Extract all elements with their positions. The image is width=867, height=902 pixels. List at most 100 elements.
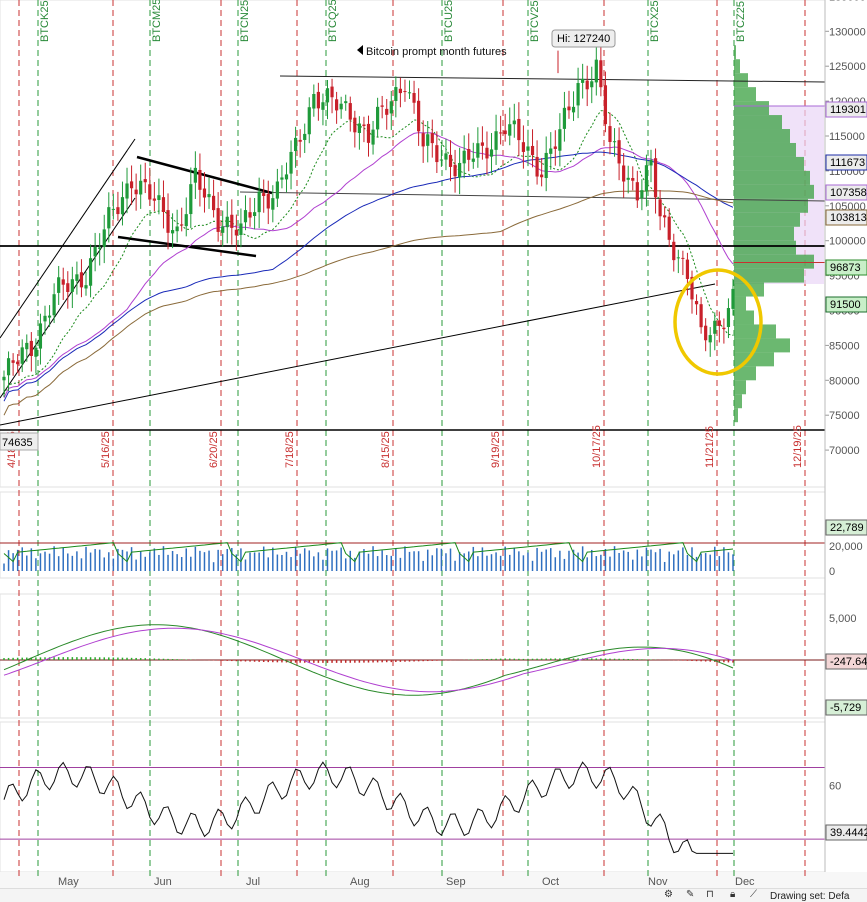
pencil-icon[interactable]: ✎ xyxy=(686,889,694,900)
price-tag-5: 91500 xyxy=(830,299,861,311)
price-tick-label-0: 135000 xyxy=(829,0,866,3)
candle-body-69 xyxy=(316,91,320,109)
profile-bar-1 xyxy=(734,59,740,74)
candle-body-33 xyxy=(152,198,156,201)
candle-body-53 xyxy=(243,210,248,223)
candle-body-119 xyxy=(544,152,548,179)
candle-body-112 xyxy=(512,120,516,125)
candle-body-111 xyxy=(508,124,512,136)
draw-icon[interactable]: ⟋ xyxy=(750,889,757,900)
candle-body-94 xyxy=(430,133,434,144)
futures-chart[interactable]: 1350001300001250001200001150001100001050… xyxy=(0,0,867,901)
candle-body-16 xyxy=(75,274,79,281)
candle-body-129 xyxy=(590,81,594,88)
candle-body-78 xyxy=(357,123,361,133)
candle-body-150 xyxy=(685,259,690,279)
candle-body-77 xyxy=(353,117,357,133)
profile-bar-20 xyxy=(734,324,776,339)
profile-bar-4 xyxy=(734,101,769,116)
candle-body-127 xyxy=(581,78,585,83)
candle-body-38 xyxy=(175,226,179,232)
candle-body-106 xyxy=(485,147,489,159)
candle-body-65 xyxy=(298,139,302,142)
candle-body-50 xyxy=(230,214,234,228)
candle-body-52 xyxy=(239,223,243,235)
lock-icon[interactable]: 🔒︎ xyxy=(730,889,735,900)
low-label: 74635 xyxy=(2,437,33,449)
candle-body-155 xyxy=(708,335,712,343)
expiry-label-5: BTCV25 xyxy=(529,0,541,42)
date-label-3: 7/18/25 xyxy=(284,431,296,468)
candle-body-90 xyxy=(412,93,416,103)
candle-body-20 xyxy=(93,246,97,257)
candle-body-83 xyxy=(380,105,384,107)
candle-body-7 xyxy=(34,347,38,357)
status-bar xyxy=(0,888,867,902)
profile-bar-3 xyxy=(734,87,756,102)
month-label-5: Oct xyxy=(542,876,559,888)
date-label-1: 5/16/25 xyxy=(100,431,112,468)
expiry-label-6: BTCX25 xyxy=(649,0,661,42)
candle-body-105 xyxy=(480,142,485,146)
vol-tick-label: 20,000 xyxy=(829,541,863,553)
settings-icon[interactable]: ⚙ xyxy=(664,889,673,900)
profile-bar-9 xyxy=(734,170,810,185)
candle-body-156 xyxy=(713,320,717,334)
price-tick-label-7: 100000 xyxy=(829,236,866,248)
month-label-0: May xyxy=(58,876,79,888)
candle-body-152 xyxy=(694,301,699,305)
candle-body-71 xyxy=(325,88,330,103)
candle-body-49 xyxy=(225,216,229,228)
candle-body-10 xyxy=(47,315,52,318)
candle-body-97 xyxy=(444,153,448,160)
month-label-4: Sep xyxy=(446,876,466,888)
price-tick-label-2: 125000 xyxy=(829,61,866,73)
price-tags: 119301 111673 107358 103813 96873 91500 22,789… xyxy=(825,101,867,841)
candle-body-96 xyxy=(439,159,443,161)
profile-bar-14 xyxy=(734,240,796,255)
candle-body-93 xyxy=(426,134,430,146)
candle-body-158 xyxy=(722,327,726,330)
hi-label: Hi: 127240 xyxy=(557,33,610,45)
expiry-label-2: BTCN25 xyxy=(239,0,251,42)
expiry-label-4: BTCU25 xyxy=(443,0,455,42)
candle-body-56 xyxy=(257,191,261,213)
candle-body-149 xyxy=(681,257,685,259)
drawing-set-label[interactable]: Drawing set: Defa xyxy=(770,891,849,902)
expiry-label-7: BTCZ25 xyxy=(735,1,747,42)
candle-body-74 xyxy=(339,103,343,110)
price-tag-3: 103813 xyxy=(830,212,867,224)
candle-body-3 xyxy=(16,361,20,365)
candle-body-132 xyxy=(603,85,608,125)
candle-body-11 xyxy=(52,294,56,316)
candle-body-87 xyxy=(398,88,402,94)
profile-bar-10 xyxy=(734,184,814,199)
month-label-7: Dec xyxy=(735,876,755,888)
candle-body-154 xyxy=(704,325,708,341)
candle-body-109 xyxy=(499,132,503,134)
candle-body-76 xyxy=(348,103,352,120)
price-tag-4: 96873 xyxy=(830,262,861,274)
profile-bar-2 xyxy=(734,73,748,88)
candle-body-88 xyxy=(403,91,407,93)
candle-body-29 xyxy=(134,189,138,195)
candle-body-15 xyxy=(70,279,74,292)
candle-body-62 xyxy=(284,174,289,180)
month-label-6: Nov xyxy=(648,876,668,888)
candle-body-104 xyxy=(476,143,480,158)
magnet-icon[interactable]: ⊓ xyxy=(706,889,714,900)
price-tag-0: 119301 xyxy=(830,104,866,116)
candle-body-146 xyxy=(667,216,671,240)
profile-bar-13 xyxy=(734,226,794,241)
price-tag-1: 111673 xyxy=(830,157,865,169)
candle-body-23 xyxy=(107,207,111,229)
candle-body-58 xyxy=(266,193,270,209)
profile-bar-21 xyxy=(734,338,790,353)
candle-body-148 xyxy=(676,257,680,259)
candle-body-144 xyxy=(658,199,662,217)
price-tick-label-10: 85000 xyxy=(829,340,860,352)
date-label-8: 12/19/25 xyxy=(792,425,804,468)
candle-body-143 xyxy=(653,158,658,198)
candle-body-26 xyxy=(120,197,125,215)
candle-body-99 xyxy=(453,164,457,177)
